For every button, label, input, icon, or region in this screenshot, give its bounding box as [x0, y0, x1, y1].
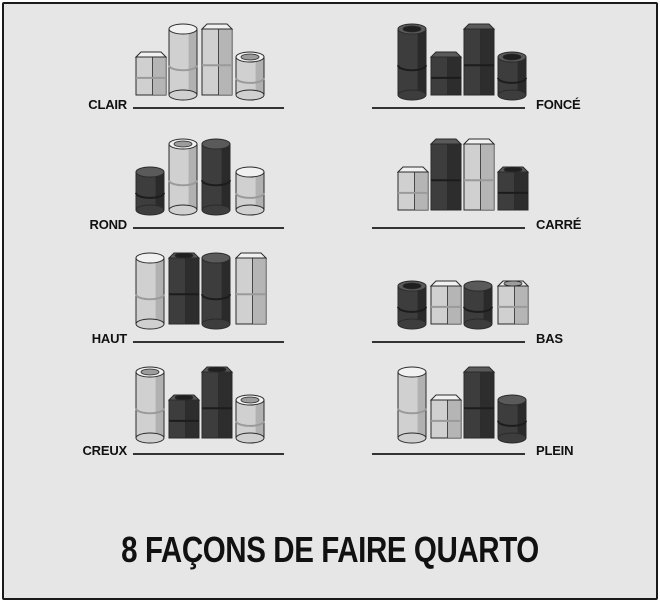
quarto-piece: [497, 394, 527, 444]
pieces-group-plein: [397, 366, 527, 444]
answer-line: [372, 453, 525, 455]
panel-label: PLEIN: [536, 443, 574, 458]
quarto-piece: [429, 394, 463, 439]
quarto-piece: [397, 366, 427, 444]
page-title: 8 FAÇONS DE FAIRE QUARTO: [121, 529, 539, 570]
quarto-piece: [462, 366, 496, 439]
panels-container: CLAIR FONCÉ ROND CARRÉ HAUT BAS CREUX PLEIN: [0, 0, 660, 602]
